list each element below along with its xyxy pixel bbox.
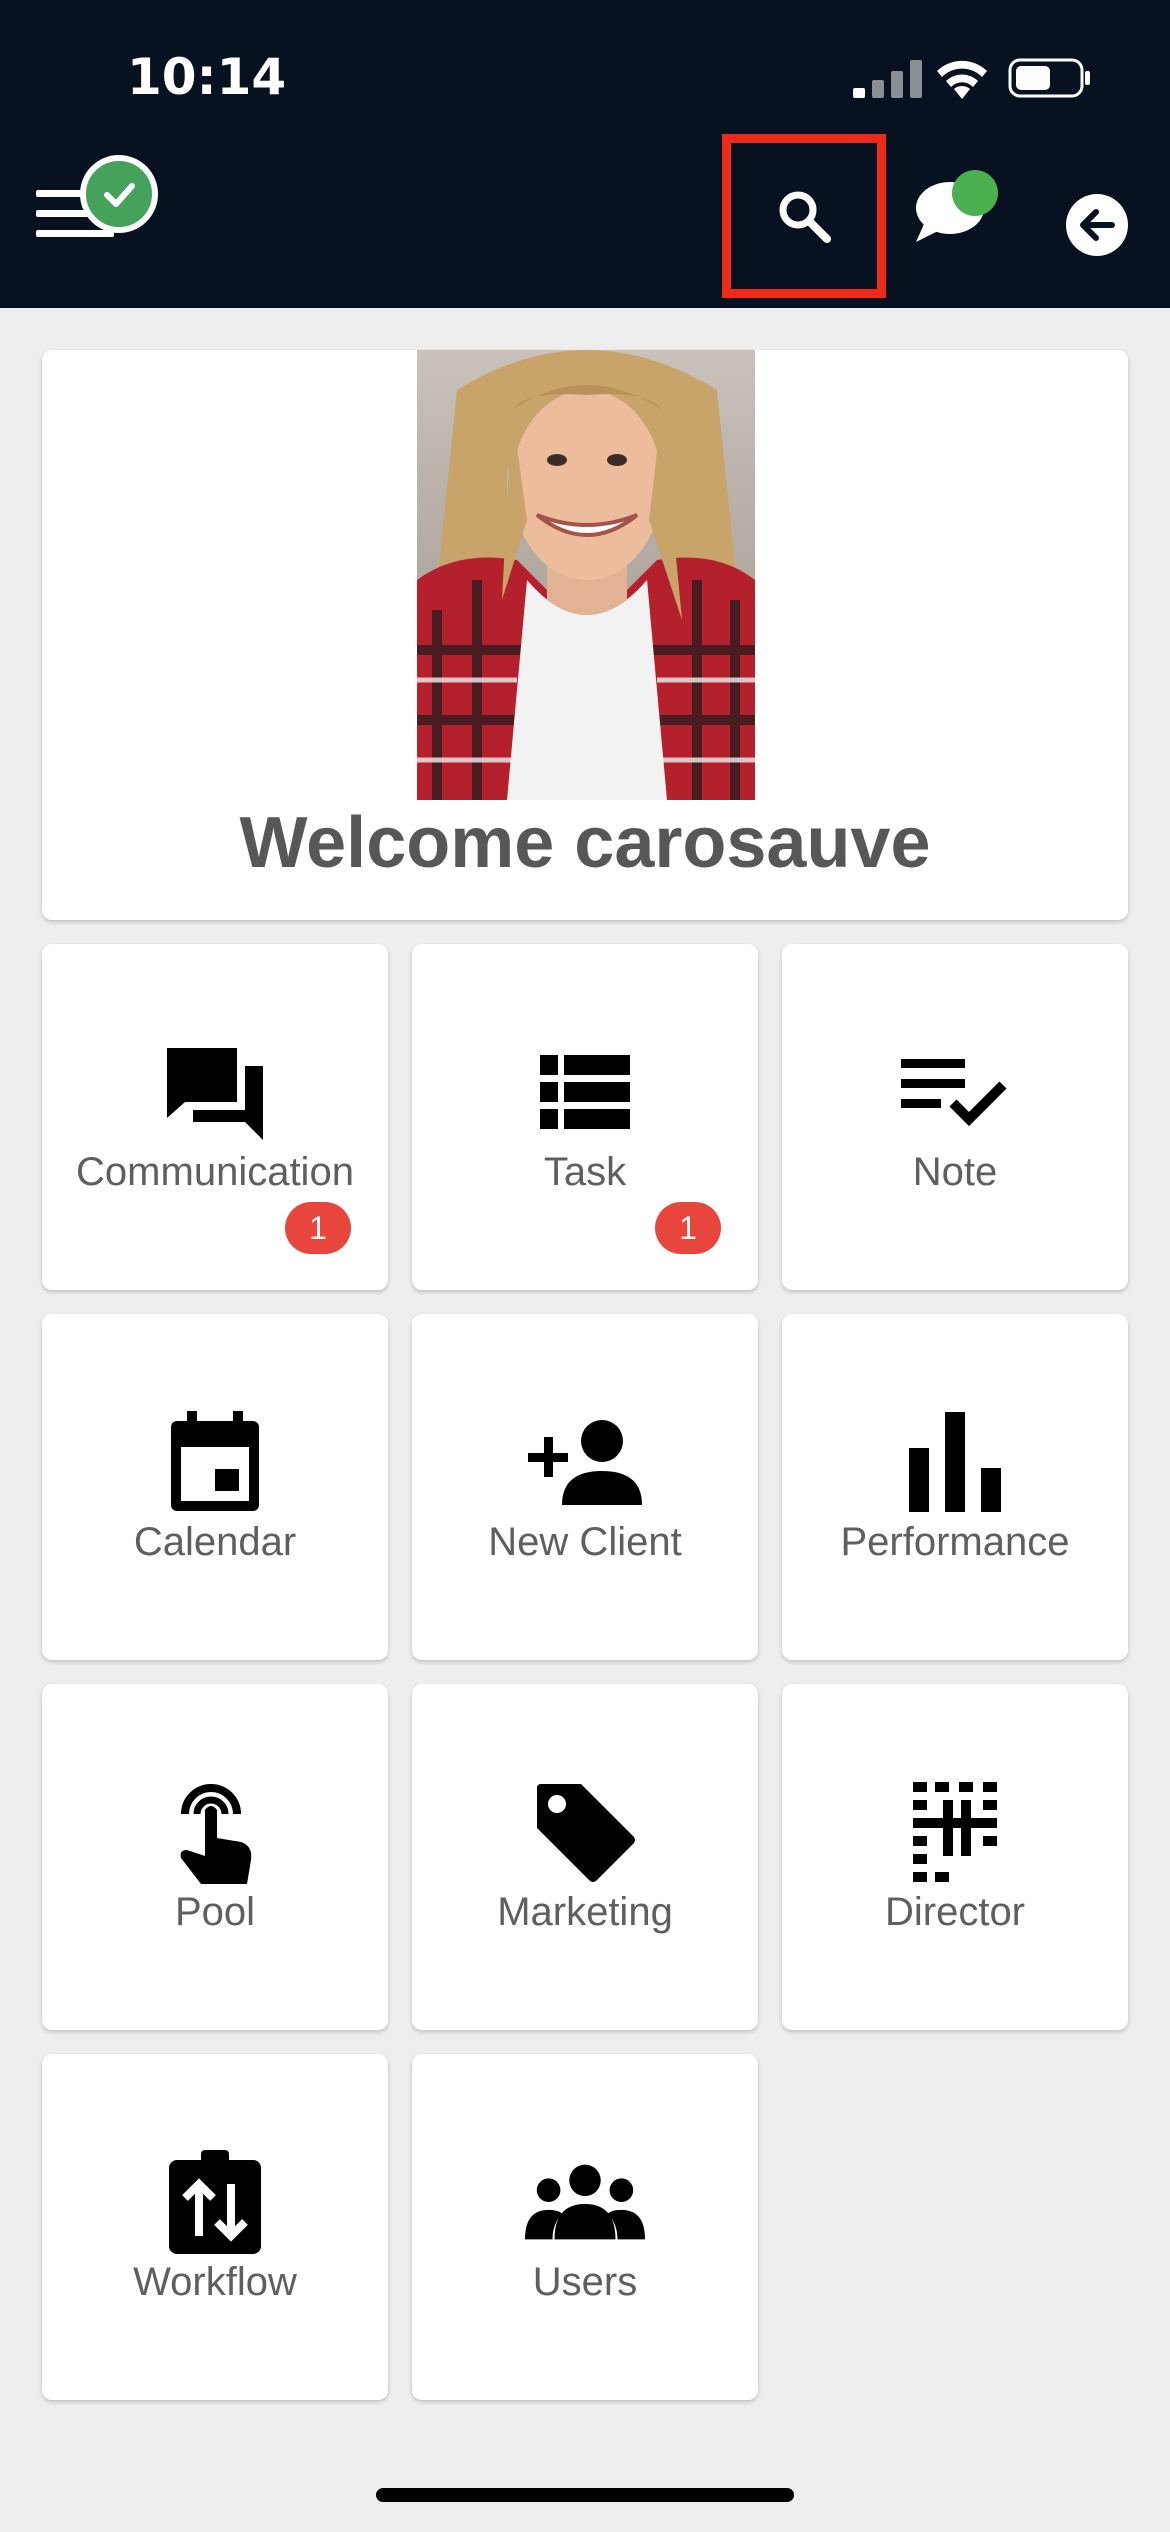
tile-workflow[interactable]: Workflow — [42, 2054, 388, 2400]
calendar-icon — [155, 1402, 275, 1522]
tile-note[interactable]: Note — [782, 944, 1128, 1290]
search-icon — [779, 191, 831, 243]
arrow-left-icon — [1080, 209, 1115, 241]
group-icon — [525, 2142, 645, 2262]
workflow-icon — [155, 2142, 275, 2262]
welcome-message: Welcome carosauve — [239, 803, 931, 883]
tile-communication[interactable]: Communication 1 — [42, 944, 388, 1290]
tile-director[interactable]: Director — [782, 1684, 1128, 2030]
bar-chart-icon — [895, 1402, 1015, 1522]
tile-label: New Client — [488, 1520, 682, 1564]
tile-label: Communication — [76, 1150, 354, 1194]
person-add-icon — [525, 1402, 645, 1522]
tile-label: Workflow — [133, 2260, 297, 2304]
forum-icon — [155, 1032, 275, 1152]
playlist-check-icon — [895, 1032, 1015, 1152]
check-circle-icon — [80, 155, 158, 233]
tile-calendar[interactable]: Calendar — [42, 1314, 388, 1660]
tile-label: Director — [884, 1890, 1026, 1934]
tile-label: Performance — [840, 1520, 1070, 1564]
notification-badge: 1 — [655, 1202, 721, 1254]
tag-icon — [525, 1772, 645, 1892]
tile-label: Pool — [174, 1890, 256, 1934]
list-icon — [525, 1032, 645, 1152]
tile-task[interactable]: Task 1 — [412, 944, 758, 1290]
profile-photo — [417, 350, 755, 800]
tile-performance[interactable]: Performance — [782, 1314, 1128, 1660]
tile-label: Users — [532, 2260, 638, 2304]
director-icon — [895, 1772, 1015, 1892]
cellular-signal-icon — [853, 60, 922, 98]
welcome-card: Welcome carosauve — [42, 350, 1128, 920]
search-button[interactable] — [722, 134, 886, 298]
wifi-icon — [937, 60, 987, 99]
tile-label: Note — [912, 1150, 998, 1194]
touch-icon — [155, 1772, 275, 1892]
battery-icon — [1008, 58, 1090, 98]
tile-users[interactable]: Users — [412, 2054, 758, 2400]
unread-dot — [952, 170, 998, 216]
back-button[interactable] — [1066, 194, 1128, 256]
app-header: 10:14 — [0, 0, 1170, 308]
tile-label: Calendar — [133, 1520, 297, 1564]
notification-badge: 1 — [285, 1202, 351, 1254]
tile-label: Task — [543, 1150, 627, 1194]
tile-marketing[interactable]: Marketing — [412, 1684, 758, 2030]
status-time: 10:14 — [127, 48, 287, 106]
tile-pool[interactable]: Pool — [42, 1684, 388, 2030]
tile-new-client[interactable]: New Client — [412, 1314, 758, 1660]
tile-label: Marketing — [497, 1890, 673, 1934]
home-indicator[interactable] — [376, 2488, 794, 2502]
